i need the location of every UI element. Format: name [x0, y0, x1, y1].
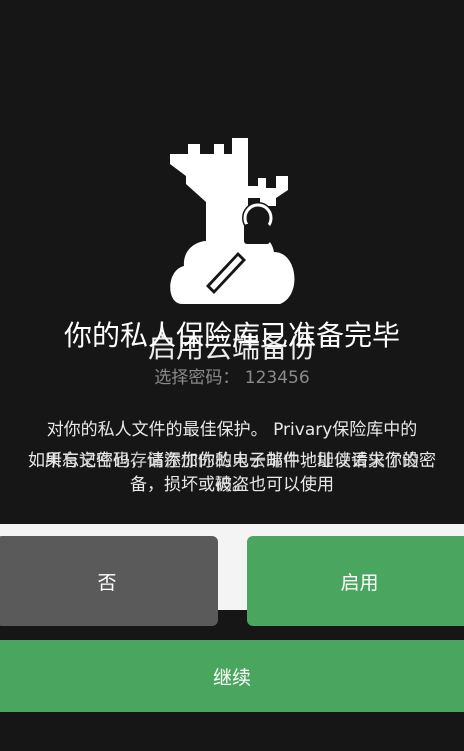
description-line-1: 对你的私人文件的最佳保护。 Privary保险库中的	[46, 420, 418, 440]
description-line-2-overlay: 所有文件也存储在你的私人云端中，即使丢失了设	[45, 451, 419, 471]
enable-button[interactable]: 启用	[247, 536, 464, 626]
password-value: 123456	[244, 368, 310, 388]
description-line-3-overlay: 码。	[215, 475, 249, 495]
continue-button[interactable]: 继续	[0, 640, 464, 712]
password-label: 选择密码：	[154, 368, 240, 388]
cloud-backup-title: 启用云端备份	[147, 331, 316, 364]
selected-password: 选择密码： 123456	[0, 363, 464, 388]
no-button[interactable]: 否	[0, 536, 218, 626]
castle-cloud-logo	[170, 138, 295, 304]
vault-ready-screen: 你的私人保险库已准备完毕 启用云端备份 选择密码： 123456 对你的私人文件…	[0, 0, 464, 751]
